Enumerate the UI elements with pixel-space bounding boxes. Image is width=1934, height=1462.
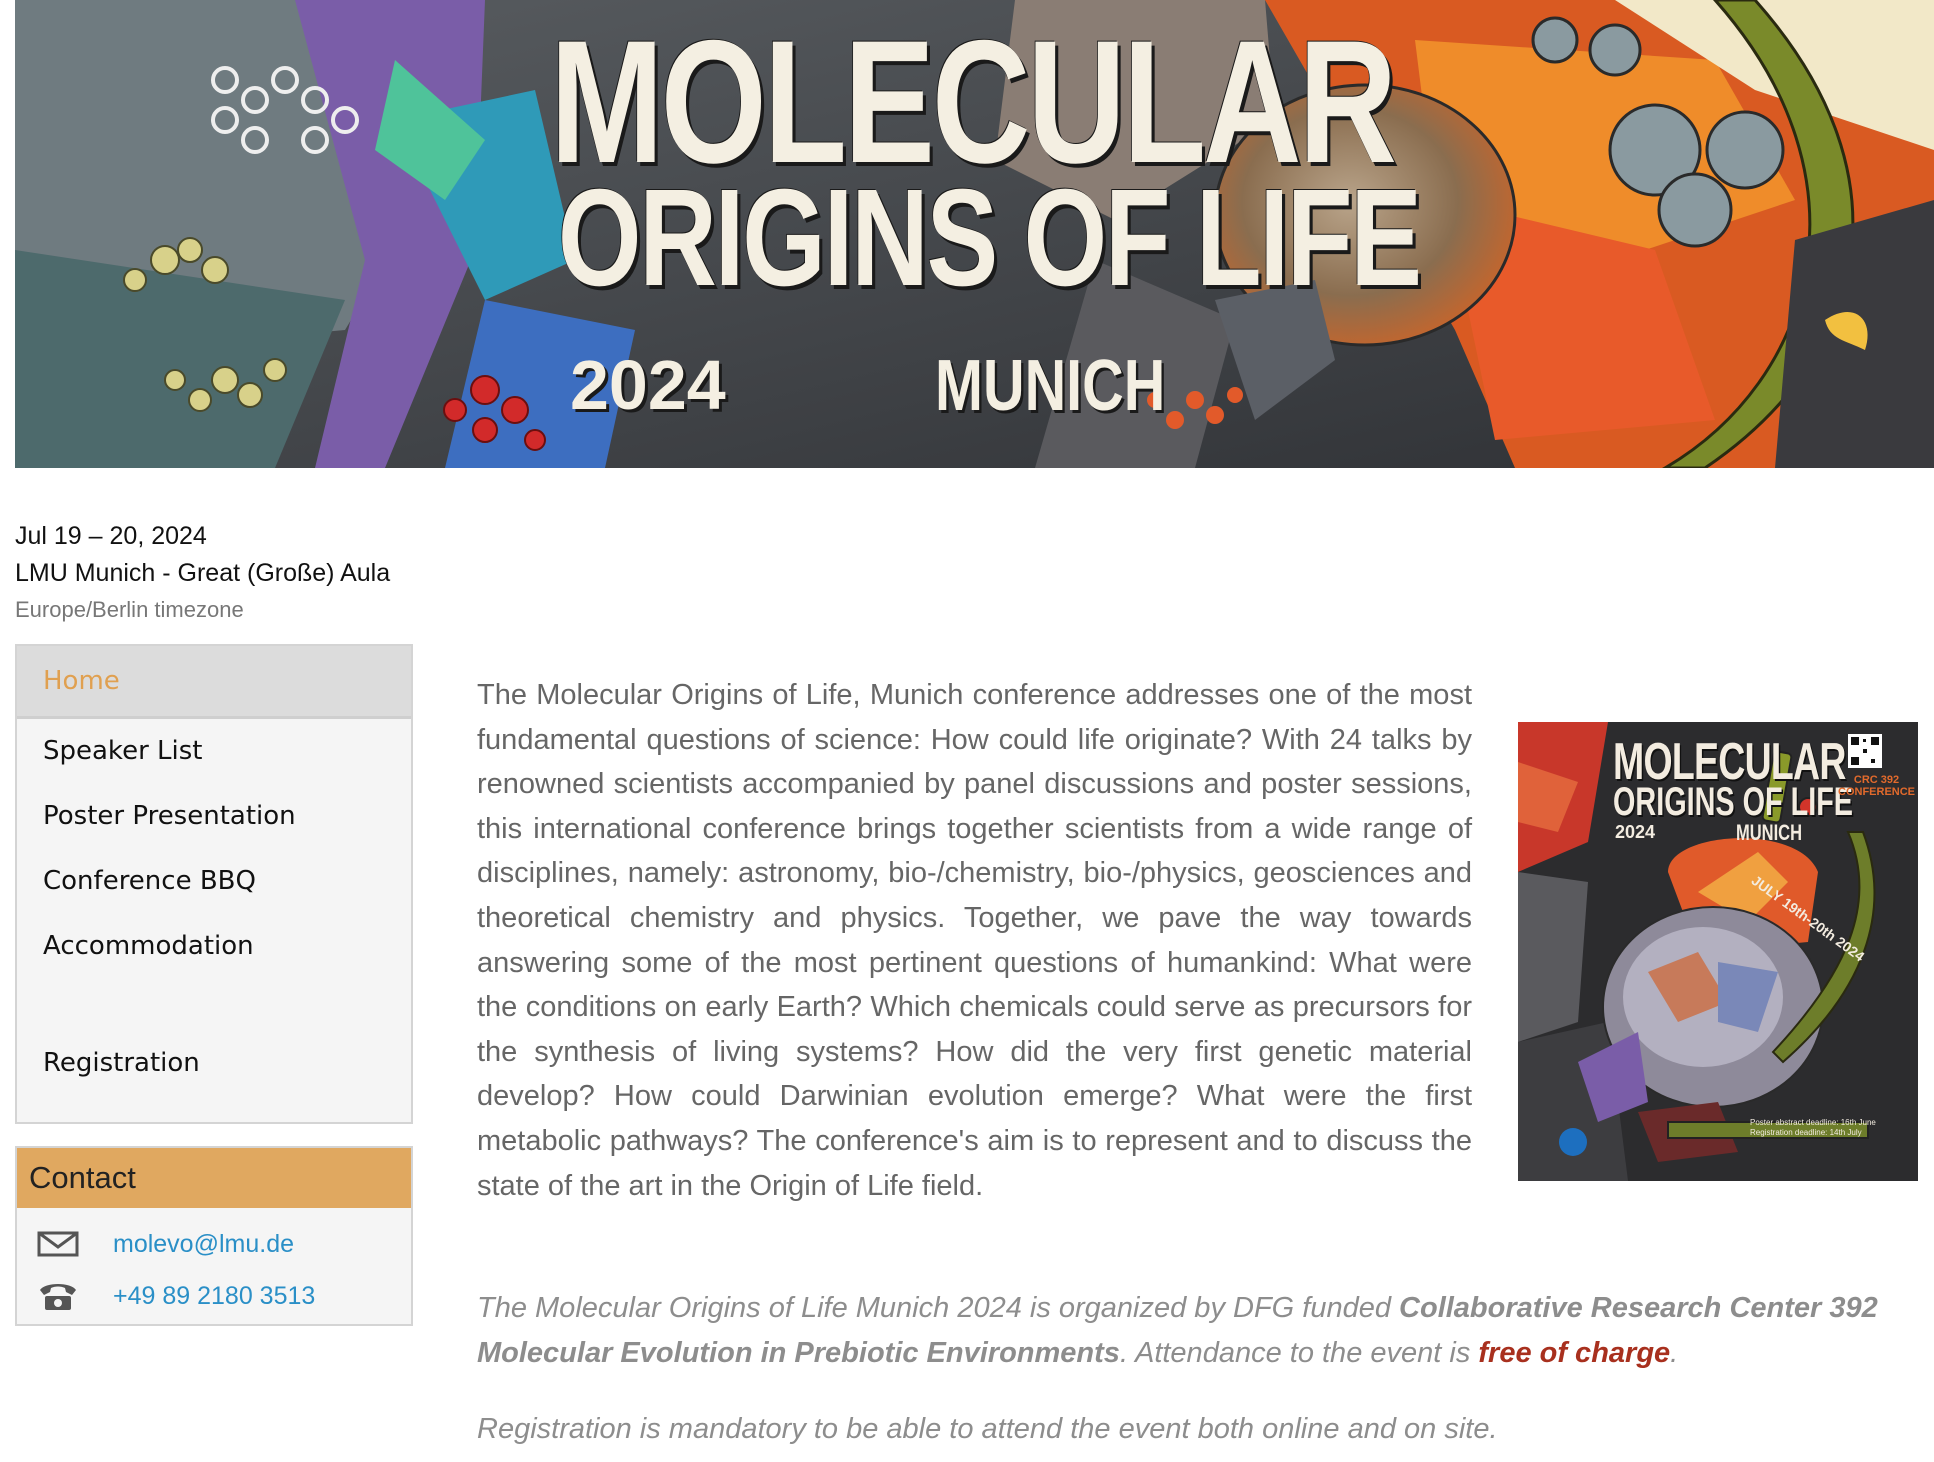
registration-note: Registration is mandatory to be able to … — [477, 1413, 1498, 1445]
event-date: Jul 19 – 20, 2024 — [15, 522, 207, 550]
contact-email-row: molevo@lmu.de — [37, 1224, 294, 1264]
organizer-paragraph: The Molecular Origins of Life Munich 202… — [477, 1286, 1917, 1376]
menu-item-registration[interactable]: Registration — [17, 1031, 411, 1096]
contact-email-link[interactable]: molevo@lmu.de — [113, 1230, 294, 1259]
conference-poster: MOLECULAR ORIGINS OF LIFE 2024 MUNICH CR… — [1518, 722, 1918, 1181]
event-venue: LMU Munich - Great (Große) Aula — [15, 559, 391, 587]
org-middle: . Attendance to the event is — [1119, 1337, 1479, 1369]
contact-title: Contact — [17, 1148, 411, 1208]
menu-item-home[interactable]: Home — [17, 646, 411, 719]
banner-title: MOLECULAR ORIGINS OF LIFE — [550, 5, 1422, 307]
menu-spacer — [17, 979, 411, 1031]
org-suffix: . — [1670, 1337, 1679, 1369]
intro-paragraph: The Molecular Origins of Life, Munich co… — [477, 679, 1472, 1202]
banner-title-line2: ORIGINS OF LIFE — [558, 169, 1422, 307]
poster-deadline-registration: Registration deadline: 14th July — [1750, 1128, 1862, 1137]
menu-item-accommodation[interactable]: Accommodation — [17, 914, 411, 979]
sidebar-menu: Home Speaker List Poster Presentation Co… — [15, 644, 413, 1124]
contact-phone-row: +49 89 2180 3513 — [37, 1276, 315, 1316]
main-content: The Molecular Origins of Life, Munich co… — [477, 673, 1472, 1208]
poster-city: MUNICH — [1736, 820, 1802, 845]
contact-box: Contact molevo@lmu.de +49 89 2180 3513 — [15, 1146, 413, 1326]
menu-item-poster-presentation[interactable]: Poster Presentation — [17, 784, 411, 849]
event-meta: Jul 19 – 20, 2024 LMU Munich - Great (Gr… — [15, 518, 390, 628]
poster-crc-label: CRC 392 CONFERENCE — [1838, 774, 1916, 798]
telephone-icon — [37, 1280, 79, 1312]
poster-deadlines: Poster abstract deadline: 16th June Regi… — [1750, 1118, 1876, 1138]
banner-title-line1: MOLECULAR — [550, 5, 1397, 200]
envelope-icon — [37, 1228, 79, 1260]
poster-year: 2024 — [1615, 822, 1656, 842]
org-prefix: The Molecular Origins of Life Munich 202… — [477, 1292, 1400, 1324]
poster-title-line2: ORIGINS OF LIFE — [1613, 780, 1854, 824]
contact-phone-link[interactable]: +49 89 2180 3513 — [113, 1282, 315, 1311]
menu-item-conference-bbq[interactable]: Conference BBQ — [17, 849, 411, 914]
banner-city: MUNICH — [935, 346, 1166, 426]
free-of-charge-link[interactable]: free of charge — [1478, 1337, 1670, 1369]
poster-deadline-abstract: Poster abstract deadline: 16th June — [1750, 1118, 1876, 1127]
event-timezone: Europe/Berlin timezone — [15, 597, 244, 622]
banner-year: 2024 — [570, 346, 726, 424]
menu-item-speaker-list[interactable]: Speaker List — [17, 719, 411, 784]
conference-banner: MOLECULAR ORIGINS OF LIFE 2024 MUNICH — [15, 0, 1934, 468]
